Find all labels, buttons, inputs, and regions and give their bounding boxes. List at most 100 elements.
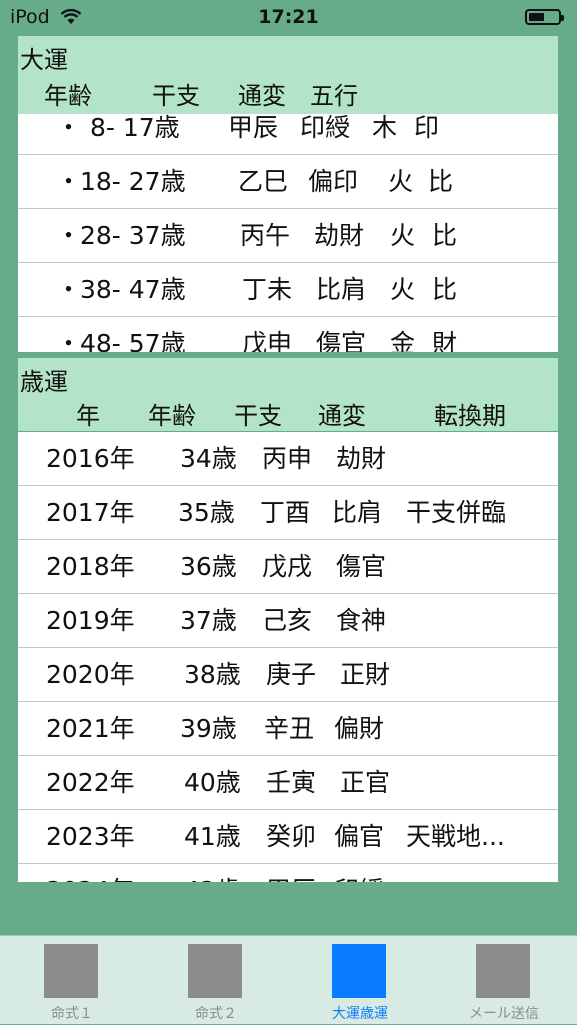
row-age: 38- 47歳: [80, 275, 186, 304]
tab-meishiki-2[interactable]: 命式２: [144, 936, 288, 1025]
taiun-saiun-icon: [332, 944, 386, 998]
row-note: 天戦地...: [406, 822, 505, 851]
row-kanshi: 甲辰: [266, 864, 316, 882]
taiun-col-age: 年齢: [44, 82, 92, 110]
row-tsuhen: 食神: [336, 606, 387, 635]
row-tsuhen: 比肩: [316, 275, 367, 304]
saiun-row[interactable]: 2017年 35歳 丁酉 比肩 干支併臨: [18, 486, 558, 540]
row-age: 37歳: [180, 606, 237, 635]
row-tsuhen: 偏財: [334, 714, 385, 743]
row-tsuhen: 偏印: [308, 167, 359, 196]
row-kanshi: 丙午: [240, 221, 291, 250]
row-kanshi: 壬寅: [266, 768, 317, 797]
row-kanshi: 戊戌: [262, 552, 313, 581]
row-tsuhen: 偏官: [334, 822, 385, 851]
row-note: 干支併臨: [406, 498, 507, 527]
taiun-row[interactable]: ・ 18- 27歳 乙巳 偏印 火 比: [18, 155, 558, 209]
tab-label: メール送信: [469, 1006, 539, 1022]
row-element: 火: [388, 167, 414, 196]
row-rel: 比: [428, 167, 454, 196]
row-kanshi: 丁酉: [260, 498, 311, 527]
saiun-col-tsuhen: 通変: [318, 402, 366, 430]
row-kanshi: 戊申: [242, 329, 293, 352]
taiun-header: 大運 年齢 干支 通変 五行: [18, 36, 558, 114]
tab-mail-send[interactable]: メール送信: [432, 936, 576, 1025]
row-rel: 印: [414, 114, 440, 142]
saiun-row[interactable]: 2024年 42歳 甲辰 印綬: [18, 864, 558, 882]
row-element: 木: [372, 114, 398, 142]
row-year: 2023年: [46, 822, 135, 851]
taiun-row[interactable]: ・ 38- 47歳 丁未 比肩 火 比: [18, 263, 558, 317]
taiun-row[interactable]: ・ 28- 37歳 丙午 劫財 火 比: [18, 209, 558, 263]
row-year: 2017年: [46, 498, 135, 527]
tab-label: 大運歳運: [332, 1006, 388, 1022]
row-year: 2021年: [46, 714, 135, 743]
saiun-row[interactable]: 2022年 40歳 壬寅 正官: [18, 756, 558, 810]
row-year: 2020年: [46, 660, 135, 689]
saiun-list[interactable]: 2016年 34歳 丙申 劫財 2017年 35歳 丁酉 比肩 干支併臨 201…: [18, 432, 558, 882]
status-time: 17:21: [258, 6, 319, 28]
saiun-title: 歳運: [20, 368, 68, 396]
saiun-row[interactable]: 2019年 37歳 己亥 食神: [18, 594, 558, 648]
row-age: 48- 57歳: [80, 329, 186, 352]
mail-send-icon: [476, 944, 530, 998]
row-age: 41歳: [184, 822, 241, 851]
row-bullet: ・: [56, 167, 82, 196]
taiun-row[interactable]: ・ 8- 17歳 甲辰 印綬 木 印: [18, 114, 558, 155]
row-year: 2022年: [46, 768, 135, 797]
row-kanshi: 庚子: [266, 660, 317, 689]
row-rel: 比: [432, 221, 458, 250]
meishiki-1-icon: [44, 944, 98, 998]
saiun-row[interactable]: 2016年 34歳 丙申 劫財: [18, 432, 558, 486]
row-age: 36歳: [180, 552, 237, 581]
row-age: 28- 37歳: [80, 221, 186, 250]
row-age: 39歳: [180, 714, 237, 743]
row-year: 2019年: [46, 606, 135, 635]
saiun-row[interactable]: 2023年 41歳 癸卯 偏官 天戦地...: [18, 810, 558, 864]
row-element: 金: [390, 329, 416, 352]
row-tsuhen: 劫財: [314, 221, 365, 250]
row-tsuhen: 印綬: [300, 114, 351, 142]
row-age: 34歳: [180, 444, 237, 473]
taiun-list[interactable]: ・ 8- 17歳 甲辰 印綬 木 印 ・ 18- 27歳 乙巳 偏印 火 比 ・…: [18, 114, 558, 352]
meishiki-2-icon: [188, 944, 242, 998]
saiun-col-year: 年: [76, 402, 100, 430]
taiun-title: 大運: [20, 46, 68, 74]
tab-bar: 命式１ 命式２ 大運歳運 メール送信: [0, 935, 577, 1024]
row-age: 40歳: [184, 768, 241, 797]
battery-icon: [525, 9, 564, 25]
taiun-row[interactable]: ・ 48- 57歳 戊申 傷官 金 財: [18, 317, 558, 352]
row-bullet: ・: [56, 221, 82, 250]
saiun-row[interactable]: 2020年 38歳 庚子 正財: [18, 648, 558, 702]
saiun-header: 歳運 年 年齢 干支 通変 転換期: [18, 358, 558, 431]
status-bar: iPod 17:21: [0, 0, 577, 36]
saiun-col-age: 年齢: [148, 402, 196, 430]
tab-meishiki-1[interactable]: 命式１: [0, 936, 144, 1025]
tab-taiun-saiun[interactable]: 大運歳運: [288, 936, 432, 1025]
row-year: 2024年: [46, 864, 135, 882]
tab-label: 命式１: [51, 1006, 93, 1022]
row-element: 火: [390, 221, 416, 250]
row-year: 2018年: [46, 552, 135, 581]
row-rel: 比: [432, 275, 458, 304]
row-year: 2016年: [46, 444, 135, 473]
saiun-col-kanshi: 干支: [234, 402, 282, 430]
row-bullet: ・: [56, 329, 82, 352]
row-age: 18- 27歳: [80, 167, 186, 196]
saiun-row[interactable]: 2018年 36歳 戊戌 傷官: [18, 540, 558, 594]
row-tsuhen: 傷官: [316, 329, 367, 352]
row-tsuhen: 正官: [340, 768, 391, 797]
row-rel: 財: [432, 329, 458, 352]
row-kanshi: 甲辰: [228, 114, 279, 142]
row-age: 38歳: [184, 660, 241, 689]
tab-label: 命式２: [195, 1006, 237, 1022]
row-kanshi: 丁未: [242, 275, 293, 304]
row-kanshi: 乙巳: [238, 167, 289, 196]
taiun-col-element: 五行: [310, 82, 358, 110]
battery-level: [529, 13, 544, 21]
taiun-col-kanshi: 干支: [152, 82, 200, 110]
saiun-row[interactable]: 2021年 39歳 辛丑 偏財: [18, 702, 558, 756]
row-element: 火: [390, 275, 416, 304]
row-tsuhen: 印綬: [334, 864, 384, 882]
row-kanshi: 癸卯: [266, 822, 317, 851]
